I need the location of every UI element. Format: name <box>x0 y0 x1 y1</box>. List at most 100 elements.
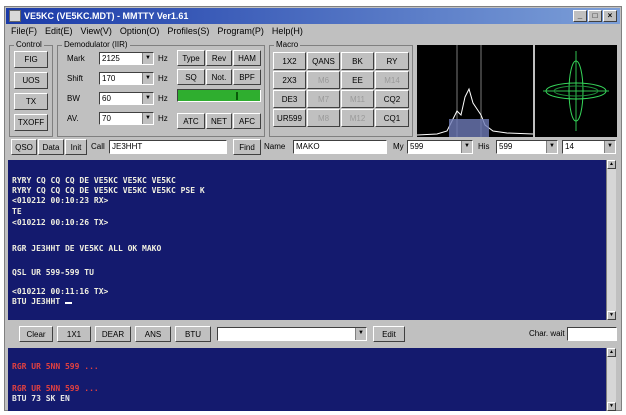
macro-button[interactable]: M8 <box>307 109 340 127</box>
macro-button[interactable]: UR599 <box>273 109 306 127</box>
name-field[interactable]: MAKO <box>293 140 387 154</box>
macro-button[interactable]: 1X2 <box>273 52 306 70</box>
close-button[interactable]: × <box>603 10 617 22</box>
scroll-down-icon[interactable]: ▼ <box>607 311 616 320</box>
macro-button[interactable]: DE3 <box>273 90 306 108</box>
his-rst-value: 599 <box>499 142 513 151</box>
bw-label: BW <box>67 94 80 103</box>
shift-value: 170 <box>102 74 116 83</box>
band-select[interactable]: 14 ▼ <box>562 140 616 154</box>
chevron-down-icon[interactable]: ▼ <box>546 141 557 153</box>
chevron-down-icon[interactable]: ▼ <box>142 113 153 124</box>
scroll-up-icon[interactable]: ▲ <box>607 348 616 357</box>
bw-select[interactable]: 60 ▼ <box>99 92 154 105</box>
rx-line: RYRY CQ CQ CQ DE VE5KC VE5KC VE5KC <box>12 176 176 185</box>
char-wait-label: Char. wait <box>529 329 565 338</box>
squelch-level-bar[interactable] <box>177 89 261 102</box>
my-rst-value: 599 <box>410 142 424 151</box>
mark-label: Mark <box>67 54 85 63</box>
net-button[interactable]: NET <box>206 113 232 129</box>
rx-line: TE <box>12 207 22 216</box>
macro-button[interactable]: BK <box>341 52 374 70</box>
name-label: Name <box>264 142 286 151</box>
scroll-up-icon[interactable]: ▲ <box>607 160 616 169</box>
tx-scrollbar[interactable]: ▲ ▼ <box>606 348 616 411</box>
chevron-down-icon[interactable]: ▼ <box>142 93 153 104</box>
rx-scrollbar[interactable]: ▲ ▼ <box>606 160 616 320</box>
macro-button[interactable]: CQ1 <box>375 109 409 127</box>
data-button[interactable]: Data <box>38 139 64 155</box>
maximize-button[interactable]: □ <box>588 10 602 22</box>
btu-button[interactable]: BTU <box>175 326 211 342</box>
afc-button[interactable]: AFC <box>233 113 261 129</box>
bpf-button[interactable]: BPF <box>233 69 261 85</box>
edit-button[interactable]: Edit <box>373 326 405 342</box>
menu-profiles[interactable]: Profiles(S) <box>167 25 209 38</box>
rev-button[interactable]: Rev <box>206 50 232 66</box>
rx-text-window[interactable]: RYRY CQ CQ CQ DE VE5KC VE5KC VE5KC RYRY … <box>8 160 616 320</box>
char-wait-slider[interactable] <box>567 327 617 341</box>
macro-button[interactable]: EE <box>341 71 374 89</box>
menu-edit[interactable]: Edit(E) <box>45 25 73 38</box>
shift-label: Shift <box>67 74 84 83</box>
spectrum-scope[interactable] <box>417 45 533 137</box>
ans-button[interactable]: ANS <box>135 326 171 342</box>
macro-button[interactable]: QANS <box>307 52 340 70</box>
chevron-down-icon[interactable]: ▼ <box>142 73 153 84</box>
find-button[interactable]: Find <box>233 139 261 155</box>
menu-program[interactable]: Program(P) <box>217 25 264 38</box>
band-value: 14 <box>565 142 574 151</box>
xy-scope[interactable] <box>535 45 617 137</box>
chevron-down-icon[interactable]: ▼ <box>355 328 366 340</box>
title-bar[interactable]: VE5KC (VE5KC.MDT) - MMTTY Ver1.61 _ □ × <box>6 8 620 24</box>
his-rst-select[interactable]: 599 ▼ <box>496 140 558 154</box>
menu-option[interactable]: Option(O) <box>120 25 160 38</box>
av-value: 70 <box>102 114 111 123</box>
rx-line: RGR JE3HHT DE VE5KC ALL OK MAKO <box>12 244 162 253</box>
txoff-button[interactable]: TXOFF <box>14 114 48 131</box>
shift-select[interactable]: 170 ▼ <box>99 72 154 85</box>
atc-button[interactable]: ATC <box>177 113 205 129</box>
chevron-down-icon[interactable]: ▼ <box>604 141 615 153</box>
mark-select[interactable]: 2125 ▼ <box>99 52 154 65</box>
ham-button[interactable]: HAM <box>233 50 261 66</box>
av-select[interactable]: 70 ▼ <box>99 112 154 125</box>
init-button[interactable]: Init <box>65 139 87 155</box>
chevron-down-icon[interactable]: ▼ <box>461 141 472 153</box>
uos-button[interactable]: UOS <box>14 72 48 89</box>
macro-1x1-button[interactable]: 1X1 <box>57 326 91 342</box>
dear-button[interactable]: DEAR <box>95 326 131 342</box>
qso-button[interactable]: QSO <box>11 139 37 155</box>
call-field[interactable]: JE3HHT <box>109 140 227 154</box>
macro-button[interactable]: RY <box>375 52 409 70</box>
macro-button[interactable]: M6 <box>307 71 340 89</box>
menu-help[interactable]: Help(H) <box>272 25 303 38</box>
chevron-down-icon[interactable]: ▼ <box>142 53 153 64</box>
macro-button[interactable]: M7 <box>307 90 340 108</box>
not-button[interactable]: Not. <box>206 69 232 85</box>
menu-view[interactable]: View(V) <box>81 25 112 38</box>
tx-button[interactable]: TX <box>14 93 48 110</box>
minimize-button[interactable]: _ <box>573 10 587 22</box>
my-rst-select[interactable]: 599 ▼ <box>407 140 473 154</box>
mark-unit: Hz <box>158 54 168 63</box>
shift-unit: Hz <box>158 74 168 83</box>
clear-button[interactable]: Clear <box>19 326 53 342</box>
bw-value: 60 <box>102 94 111 103</box>
macro-button[interactable]: CQ2 <box>375 90 409 108</box>
fig-button[interactable]: FIG <box>14 51 48 68</box>
tx-text-window[interactable]: RGR UR 5NN 599 ... RGR UR 5NN 599 ... BT… <box>8 348 616 411</box>
macro-button[interactable]: M14 <box>375 71 409 89</box>
scroll-down-icon[interactable]: ▼ <box>607 402 616 411</box>
app-icon[interactable] <box>9 10 21 22</box>
tx-line: RGR UR 5NN 599 ... <box>12 384 99 393</box>
menu-file[interactable]: File(F) <box>11 25 37 38</box>
sq-button[interactable]: SQ <box>177 69 205 85</box>
type-button[interactable]: Type <box>177 50 205 66</box>
menu-bar: File(F) Edit(E) View(V) Option(O) Profil… <box>7 25 303 38</box>
macro-button[interactable]: 2X3 <box>273 71 306 89</box>
macro-select[interactable]: ▼ <box>217 327 367 341</box>
macro-button[interactable]: M11 <box>341 90 374 108</box>
rx-line: RYRY CQ CQ CQ DE VE5KC VE5KC VE5KC PSE K <box>12 186 205 195</box>
macro-button[interactable]: M12 <box>341 109 374 127</box>
